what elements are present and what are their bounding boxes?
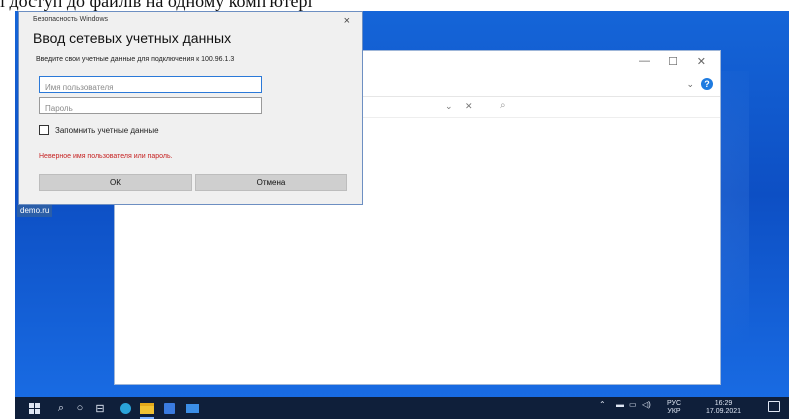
dialog-close-icon[interactable]: × [344, 15, 350, 27]
file-explorer-icon[interactable] [139, 400, 155, 419]
remember-label: Запомнить учетные данные [55, 125, 159, 135]
username-field[interactable] [39, 76, 262, 95]
close-window-button[interactable]: ✕ [697, 55, 706, 68]
language-bottom: УКР [667, 408, 681, 415]
clock[interactable]: 16:29 17.09.2021 [706, 400, 741, 416]
error-message: Неверное имя пользователя или пароль. [39, 153, 173, 160]
remember-credentials[interactable]: Запомнить учетные данные [39, 124, 159, 136]
address-clear-icon[interactable]: ✕ [465, 101, 473, 112]
display-icon[interactable]: ▭ [629, 400, 637, 409]
search-icon[interactable]: ⌕ [54, 400, 68, 416]
credentials-dialog: Безопасность Windows × Ввод сетевых учет… [18, 11, 363, 205]
minimize-button[interactable]: — [639, 55, 650, 67]
language-indicator[interactable]: РУС УКР [667, 400, 681, 416]
password-field[interactable] [39, 97, 262, 116]
dialog-title: Ввод сетевых учетных данных [33, 30, 232, 46]
show-hidden-icons-icon[interactable]: ⌃ [599, 400, 606, 409]
taskbar: ⌕ ○ ⊟ ⌃ ▬ ▭ ◁) РУС УКР 16:29 17.09.2021 [15, 397, 789, 419]
volume-icon[interactable]: ◁) [642, 400, 651, 409]
notifications-icon[interactable] [768, 401, 780, 412]
cortana-icon[interactable]: ○ [73, 400, 87, 416]
store-icon[interactable] [162, 400, 176, 416]
edge-icon[interactable] [118, 400, 132, 416]
address-dropdown-icon[interactable]: ⌄ [445, 101, 453, 112]
desktop-icon-label[interactable]: demo.ru [17, 205, 53, 217]
desktop-screen: — ☐ ✕ ⌄ ? ⌄ ✕ ⌕ demo.ru Безопасность Win… [15, 11, 789, 419]
dialog-prompt: Введите свои учетные данные для подключе… [36, 56, 235, 63]
remember-checkbox[interactable] [39, 125, 49, 135]
password-input[interactable] [40, 101, 261, 116]
dialog-source-label: Безопасность Windows [33, 16, 108, 23]
maximize-button[interactable]: ☐ [668, 55, 678, 68]
expand-ribbon-chevron-icon[interactable]: ⌄ [686, 79, 694, 90]
search-icon[interactable]: ⌕ [500, 100, 506, 111]
cancel-button[interactable]: Отмена [195, 174, 347, 191]
language-top: РУС [667, 400, 682, 407]
ok-button[interactable]: ОК [39, 174, 192, 191]
network-icon[interactable]: ▬ [616, 400, 624, 409]
mail-icon[interactable] [184, 400, 200, 416]
clock-date: 17.09.2021 [706, 408, 742, 415]
username-input[interactable] [40, 80, 261, 95]
clock-time: 16:29 [714, 400, 733, 407]
windows-start-icon[interactable] [25, 400, 43, 416]
help-icon[interactable]: ? [701, 78, 713, 90]
task-view-icon[interactable]: ⊟ [93, 400, 107, 416]
